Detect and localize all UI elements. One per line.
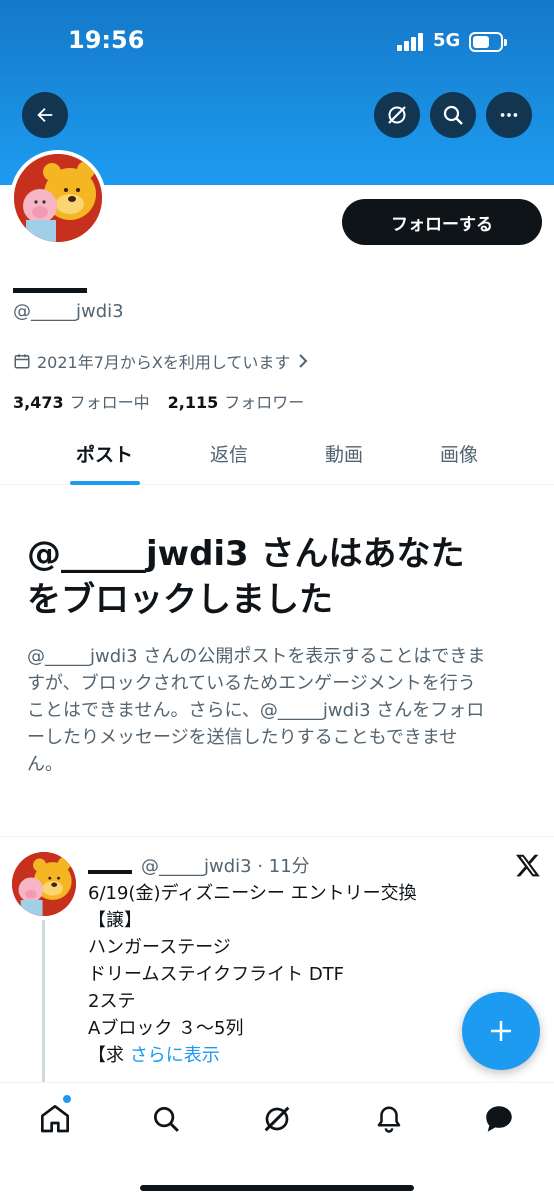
tweet-line: 【求	[88, 1045, 124, 1066]
following-count: 3,473	[13, 393, 64, 412]
followers-label: フォロワー	[224, 393, 305, 412]
profile-handle: @_____jwdi3	[13, 301, 124, 322]
more-button[interactable]	[486, 92, 532, 138]
thread-line	[42, 920, 45, 1082]
chat-bubble-icon	[486, 1106, 512, 1132]
display-name-redacted	[13, 288, 87, 293]
tab-replies[interactable]: 返信	[210, 440, 248, 467]
search-icon	[443, 105, 463, 125]
status-time: 19:56	[68, 26, 145, 54]
show-more-link[interactable]: さらに表示	[130, 1045, 220, 1066]
nav-messages[interactable]	[481, 1101, 517, 1137]
tweet-line: ドリームステイクフライト DTF	[88, 964, 345, 985]
blocked-title-line: @_____jwdi3 さんはあなた	[27, 534, 465, 574]
tab-images[interactable]: 画像	[440, 440, 478, 467]
blocked-desc-line: ことはできません。さらに、@_____jwdi3 さんをフォロ	[27, 700, 485, 721]
signal-icon	[397, 33, 427, 51]
nav-grok[interactable]	[259, 1101, 295, 1137]
home-notification-dot	[63, 1095, 71, 1103]
following-label: フォロー中	[69, 393, 150, 412]
nav-home[interactable]	[37, 1101, 73, 1137]
tab-videos[interactable]: 動画	[325, 440, 363, 467]
follow-counts: 3,473 フォロー中 2,115 フォロワー	[13, 389, 304, 413]
home-icon	[41, 1105, 69, 1133]
x-logo-icon	[515, 852, 541, 882]
battery-icon	[469, 32, 507, 52]
followers-count: 2,115	[167, 393, 219, 412]
tweet-line: Aブロック ３～5列	[88, 1018, 244, 1039]
blocked-desc-line: @_____jwdi3 さんの公開ポストを表示することはできま	[27, 646, 486, 667]
section-divider	[0, 836, 554, 837]
tab-posts[interactable]: ポスト	[76, 440, 133, 467]
search-icon	[154, 1107, 179, 1132]
arrow-left-icon	[37, 107, 53, 123]
nav-notifications[interactable]	[371, 1101, 407, 1137]
blocked-title: @_____jwdi3 さんはあなた をブロックしました	[27, 531, 527, 623]
followers-link[interactable]: 2,115 フォロワー	[168, 389, 305, 413]
tweet-line: ハンガーステージ	[88, 937, 231, 958]
profile-avatar[interactable]	[10, 150, 106, 246]
search-button[interactable]	[430, 92, 476, 138]
pooh-avatar-image	[12, 852, 76, 916]
blocked-description: @_____jwdi3 さんの公開ポストを表示することはできま すが、ブロックさ…	[27, 643, 527, 778]
grok-button[interactable]	[374, 92, 420, 138]
tweet-line-last: 【求 さらに表示	[88, 1042, 417, 1069]
tweet-text: 6/19(金)ディズニーシー エントリー交換 【譲】 ハンガーステージ ドリーム…	[88, 880, 417, 1069]
tweet-line: 【譲】	[88, 910, 142, 931]
nav-search[interactable]	[148, 1101, 184, 1137]
compose-button[interactable]	[462, 992, 540, 1070]
tweet-line: 2ステ	[88, 991, 136, 1012]
follow-button[interactable]: フォローする	[342, 199, 542, 245]
bell-icon	[377, 1106, 401, 1133]
blocked-title-line: をブロックしました	[27, 580, 333, 620]
more-icon	[500, 113, 518, 117]
active-tab-indicator	[70, 481, 140, 485]
joined-date[interactable]: 2021年7月からXを利用しています	[13, 349, 310, 373]
tweet-display-name-redacted	[88, 870, 132, 874]
following-link[interactable]: 3,473 フォロー中	[13, 389, 150, 413]
tweet-meta: @_____jwdi3 · 11分	[141, 856, 310, 877]
home-indicator	[140, 1185, 414, 1191]
pooh-avatar-image	[14, 154, 102, 242]
back-button[interactable]	[22, 92, 68, 138]
chevron-right-icon	[299, 354, 308, 368]
plus-icon	[491, 1021, 511, 1041]
bottom-nav	[0, 1082, 554, 1200]
network-label: 5G	[433, 30, 461, 51]
blocked-desc-line: ーしたりメッセージを送信したりすることもできませ	[27, 727, 458, 748]
calendar-icon	[14, 354, 30, 369]
grok-icon	[388, 106, 406, 124]
tweet-line: 6/19(金)ディズニーシー エントリー交換	[88, 883, 417, 904]
joined-text: 2021年7月からXを利用しています	[37, 353, 291, 372]
profile-tabs: ポスト 返信 動画 画像	[0, 430, 554, 485]
grok-icon	[264, 1106, 290, 1132]
blocked-desc-line: すが、ブロックされているためエンゲージメントを行う	[27, 673, 476, 694]
tweet-avatar[interactable]	[12, 852, 76, 916]
blocked-desc-line: ん。	[27, 754, 63, 775]
